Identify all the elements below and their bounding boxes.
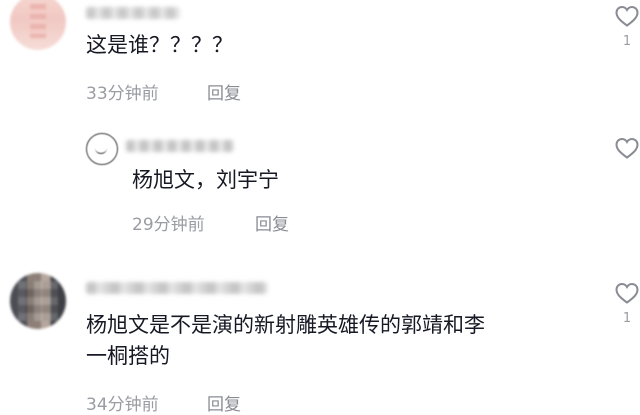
- like-button[interactable]: 1: [613, 281, 640, 326]
- avatar[interactable]: [10, 0, 66, 50]
- like-count: 1: [622, 311, 632, 326]
- avatar[interactable]: [86, 133, 118, 165]
- username-blurred[interactable]: [86, 282, 268, 294]
- comment-text-line-2: 一桐搭的: [86, 344, 170, 368]
- comment-time: 33分钟前: [86, 84, 159, 104]
- comment-time: 29分钟前: [132, 215, 205, 235]
- like-count: 1: [622, 34, 632, 49]
- reply-button[interactable]: 回复: [255, 210, 289, 235]
- comment-time: 34分钟前: [86, 395, 159, 415]
- heart-outline-icon: [615, 137, 639, 159]
- avatar[interactable]: [10, 273, 66, 329]
- comment-text: 这是谁？？？？: [86, 33, 233, 57]
- username-blurred[interactable]: [126, 140, 234, 152]
- comment-text: 杨旭文，刘宇宁: [132, 168, 279, 192]
- heart-outline-icon: [615, 5, 639, 27]
- reply-button[interactable]: 回复: [207, 390, 241, 415]
- like-button[interactable]: [613, 136, 640, 166]
- comment-text-line-1: 杨旭文是不是演的新射雕英雄传的郭靖和李: [86, 313, 485, 337]
- reply-button[interactable]: 回复: [207, 79, 241, 104]
- heart-outline-icon: [615, 282, 639, 304]
- like-button[interactable]: 1: [613, 4, 640, 49]
- username-blurred[interactable]: [86, 7, 180, 19]
